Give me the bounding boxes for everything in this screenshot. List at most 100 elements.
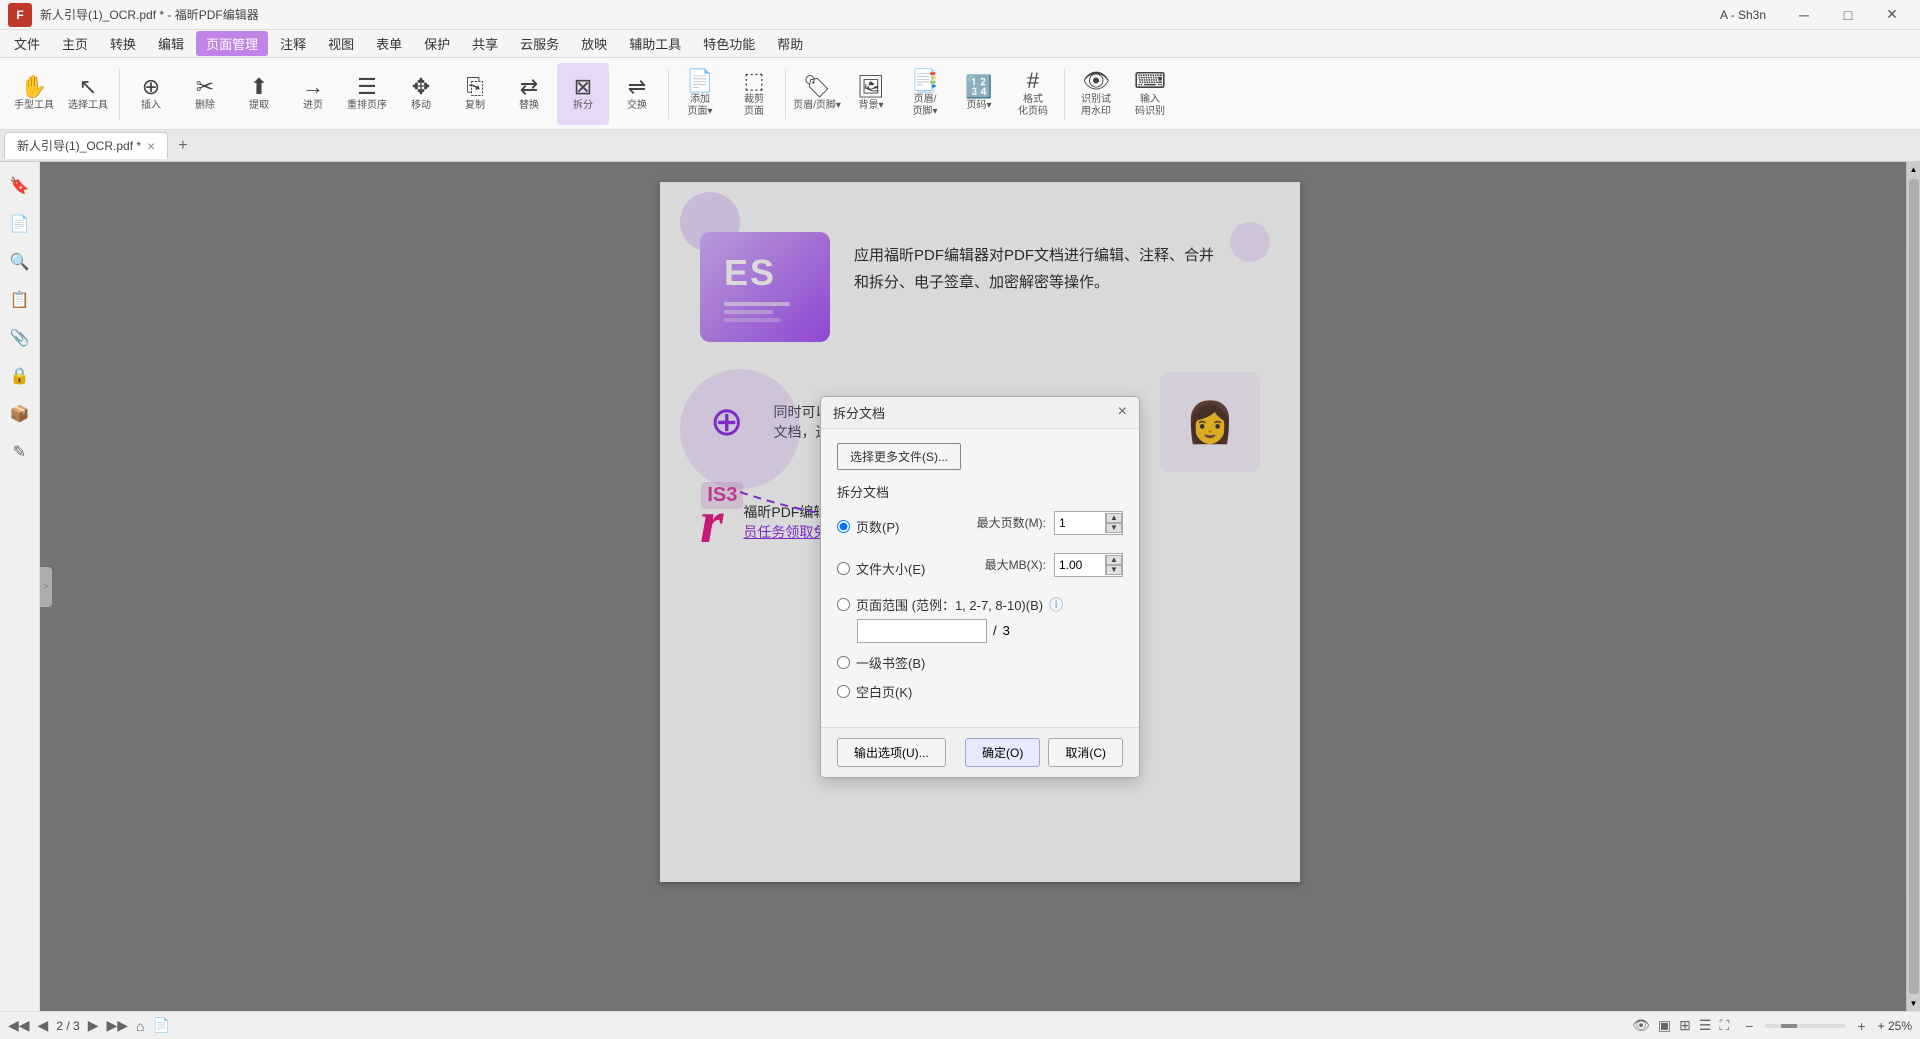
- menu-edit[interactable]: 编辑: [148, 31, 194, 56]
- tool-pageno[interactable]: 🔢 页码▾: [953, 63, 1005, 125]
- menu-pagemanage[interactable]: 页面管理: [196, 31, 268, 56]
- max-pages-input[interactable]: [1055, 512, 1105, 534]
- zoom-in-button[interactable]: +: [1857, 1018, 1865, 1034]
- max-mb-label: 最大MB(X):: [985, 556, 1046, 573]
- two-page-icon[interactable]: ⊞: [1679, 1017, 1691, 1034]
- menu-comment[interactable]: 注释: [270, 31, 316, 56]
- delete-icon: ✂: [196, 76, 214, 98]
- tool-forward[interactable]: → 进页: [287, 63, 339, 125]
- tool-delete[interactable]: ✂ 删除: [179, 63, 231, 125]
- tool-header[interactable]: 📑 页眉/页脚▾: [899, 63, 951, 125]
- tool-split[interactable]: ⊠ 拆分: [557, 63, 609, 125]
- page-range-input[interactable]: [857, 619, 987, 643]
- menu-share[interactable]: 共享: [462, 31, 508, 56]
- output-options-button[interactable]: 输出选项(U)...: [837, 738, 946, 767]
- pagerange-radio[interactable]: [837, 598, 850, 611]
- menu-form[interactable]: 表单: [366, 31, 412, 56]
- max-pages-down-button[interactable]: ▼: [1106, 523, 1122, 533]
- nav-home-button[interactable]: ⌂: [136, 1018, 144, 1034]
- sidebar-search-icon[interactable]: 🔍: [4, 246, 36, 278]
- select-files-button[interactable]: 选择更多文件(S)...: [837, 443, 961, 470]
- tool-background[interactable]: 🖼 背景▾: [845, 63, 897, 125]
- sidebar-layers-icon[interactable]: 📦: [4, 398, 36, 430]
- header-icon: 📑: [911, 70, 938, 92]
- zoom-level[interactable]: + 25%: [1878, 1019, 1912, 1033]
- filesize-radio[interactable]: [837, 562, 850, 575]
- nav-prev-button[interactable]: ◀: [38, 1017, 49, 1034]
- pages-radio[interactable]: [837, 520, 850, 533]
- tool-replace[interactable]: ⇄ 替换: [503, 63, 555, 125]
- page-total: 3: [73, 1019, 80, 1033]
- max-mb-up-button[interactable]: ▲: [1106, 555, 1122, 565]
- tool-croppage[interactable]: ⬚ 裁剪页面: [728, 63, 780, 125]
- tab-close-button[interactable]: ×: [147, 138, 155, 154]
- croppage-icon: ⬚: [744, 70, 765, 92]
- tool-format[interactable]: # 格式化页码: [1007, 63, 1059, 125]
- tool-split-label: 拆分: [573, 100, 593, 112]
- view-mode-icon[interactable]: 👁: [1632, 1017, 1650, 1034]
- nav-first-button[interactable]: ◀◀: [8, 1017, 30, 1034]
- new-tab-button[interactable]: +: [170, 133, 195, 159]
- tool-extract[interactable]: ⬆ 提取: [233, 63, 285, 125]
- close-button[interactable]: ✕: [1872, 5, 1912, 25]
- titlebar: F 新人引导(1)_OCR.pdf * - 福昕PDF编辑器 A - Sh3n …: [0, 0, 1920, 30]
- dialog-close-button[interactable]: ×: [1118, 403, 1127, 421]
- tool-move[interactable]: ✥ 移动: [395, 63, 447, 125]
- cancel-button[interactable]: 取消(C): [1048, 738, 1123, 767]
- pagerange-info-icon[interactable]: ⓘ: [1049, 595, 1063, 615]
- tool-addpage[interactable]: 📄 添加页面▾: [674, 63, 726, 125]
- scroll-mode-icon[interactable]: ☰: [1699, 1017, 1712, 1034]
- max-mb-input[interactable]: [1055, 554, 1105, 576]
- sidebar-attachments-icon[interactable]: 📎: [4, 322, 36, 354]
- menu-protect[interactable]: 保护: [414, 31, 460, 56]
- sidebar-comments-icon[interactable]: 📋: [4, 284, 36, 316]
- menu-file[interactable]: 文件: [4, 31, 50, 56]
- copy-icon: ⎘: [466, 76, 484, 98]
- zoom-out-button[interactable]: −: [1745, 1018, 1753, 1034]
- menu-convert[interactable]: 转换: [100, 31, 146, 56]
- tool-insert[interactable]: ⊕ 插入: [125, 63, 177, 125]
- blankpage-radio[interactable]: [837, 685, 850, 698]
- maximize-button[interactable]: □: [1828, 5, 1868, 25]
- filesize-option-row: 文件大小(E) 最大MB(X): ▲ ▼: [837, 553, 1123, 585]
- tool-watermark[interactable]: 🏷 页眉/页脚▾: [791, 63, 843, 125]
- sidebar-edit-icon[interactable]: ✎: [4, 436, 36, 468]
- user-account[interactable]: A - Sh3n: [1714, 6, 1772, 24]
- single-page-icon[interactable]: ▣: [1658, 1017, 1671, 1034]
- addpage-icon: 📄: [686, 70, 713, 92]
- nav-last-button[interactable]: ▶▶: [107, 1017, 129, 1034]
- menu-cloud[interactable]: 云服务: [510, 31, 569, 56]
- sidebar-bookmark-icon[interactable]: 🔖: [4, 170, 36, 202]
- tool-insert-label: 插入: [141, 100, 161, 112]
- tool-input[interactable]: ⌨ 输入码识别: [1124, 63, 1176, 125]
- ok-button[interactable]: 确定(O): [965, 738, 1040, 767]
- menu-tools[interactable]: 辅助工具: [619, 31, 691, 56]
- sidebar-security-icon[interactable]: 🔒: [4, 360, 36, 392]
- pageno-icon: 🔢: [965, 76, 992, 98]
- minimize-button[interactable]: ─: [1784, 5, 1824, 25]
- tool-select[interactable]: ↖ 选择工具: [62, 63, 114, 125]
- menu-view[interactable]: 视图: [318, 31, 364, 56]
- max-pages-row: 最大页数(M): ▲ ▼: [977, 511, 1123, 535]
- menu-features[interactable]: 特色功能: [693, 31, 765, 56]
- nav-next-button[interactable]: ▶: [88, 1017, 99, 1034]
- page-separator: /: [993, 623, 997, 638]
- select-icon: ↖: [79, 76, 97, 98]
- tool-copy[interactable]: ⎘ 复制: [449, 63, 501, 125]
- active-tab[interactable]: 新人引导(1)_OCR.pdf * ×: [4, 132, 168, 159]
- tool-format-label: 格式化页码: [1018, 94, 1048, 118]
- menu-help[interactable]: 帮助: [767, 31, 813, 56]
- fullscreen-icon[interactable]: ⛶: [1719, 1017, 1729, 1034]
- sidebar-pages-icon[interactable]: 📄: [4, 208, 36, 240]
- max-mb-down-button[interactable]: ▼: [1106, 565, 1122, 575]
- tool-exchange[interactable]: ⇌ 交换: [611, 63, 663, 125]
- menu-home[interactable]: 主页: [52, 31, 98, 56]
- pagerange-option-row: 页面范围 (范例：1, 2-7, 8-10)(B) ⓘ / 3: [837, 595, 1123, 643]
- tool-ocr[interactable]: 👁 识别试用水印: [1070, 63, 1122, 125]
- tool-reorder[interactable]: ☰ 重排页序: [341, 63, 393, 125]
- bookmark-radio[interactable]: [837, 656, 850, 669]
- max-pages-up-button[interactable]: ▲: [1106, 513, 1122, 523]
- tool-hand[interactable]: ✋ 手型工具: [8, 63, 60, 125]
- nav-page-button[interactable]: 📄: [153, 1017, 170, 1034]
- menu-present[interactable]: 放映: [571, 31, 617, 56]
